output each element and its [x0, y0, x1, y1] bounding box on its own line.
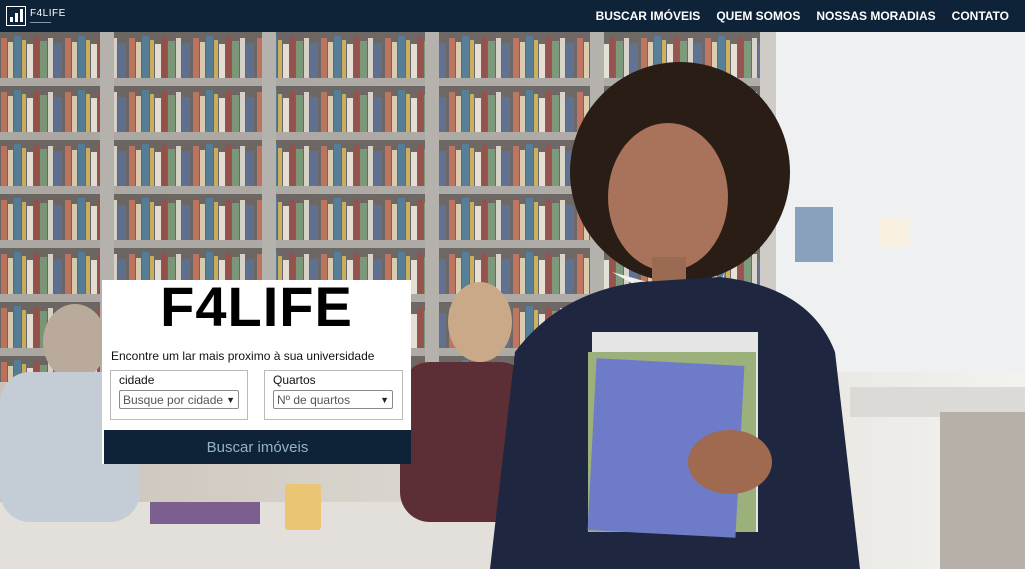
- search-card: F4LIFE Encontre um lar mais proximo à su…: [102, 275, 411, 464]
- rooms-select[interactable]: Nº de quartos ▼: [273, 390, 393, 409]
- main-nav: BUSCAR IMÓVEIS QUEM SOMOS NOSSAS MORADIA…: [596, 9, 1009, 23]
- city-select-value: Busque por cidade: [123, 392, 224, 407]
- city-field: cidade Busque por cidade ▼: [110, 370, 248, 420]
- nav-link-buscar-imoveis[interactable]: BUSCAR IMÓVEIS: [596, 9, 701, 23]
- top-navbar: F4LIFE ▬▬▬▬▬▬▬ BUSCAR IMÓVEIS QUEM SOMOS…: [0, 0, 1025, 32]
- search-card-subtitle: Encontre um lar mais proximo à sua unive…: [111, 349, 375, 363]
- city-select[interactable]: Busque por cidade ▼: [119, 390, 239, 409]
- brand-logo[interactable]: F4LIFE ▬▬▬▬▬▬▬: [6, 6, 66, 26]
- brand-tagline-decoration: ▬▬▬▬▬▬▬: [30, 19, 51, 24]
- nav-link-quem-somos[interactable]: QUEM SOMOS: [716, 9, 800, 23]
- rooms-field-label: Quartos: [273, 373, 316, 387]
- search-fields: cidade Busque por cidade ▼ Quartos Nº de…: [102, 370, 411, 420]
- chevron-down-icon: ▼: [380, 394, 389, 405]
- brand-name: F4LIFE: [30, 7, 66, 19]
- nav-link-nossas-moradias[interactable]: NOSSAS MORADIAS: [816, 9, 935, 23]
- search-card-title: F4LIFE: [160, 275, 353, 338]
- city-field-label: cidade: [119, 373, 155, 387]
- rooms-field: Quartos Nº de quartos ▼: [264, 370, 403, 420]
- nav-link-contato[interactable]: CONTATO: [952, 9, 1009, 23]
- bar-chart-logo-icon: [6, 6, 26, 26]
- rooms-select-value: Nº de quartos: [277, 392, 351, 407]
- search-properties-button[interactable]: Buscar imóveis: [104, 430, 411, 464]
- chevron-down-icon: ▼: [226, 394, 235, 405]
